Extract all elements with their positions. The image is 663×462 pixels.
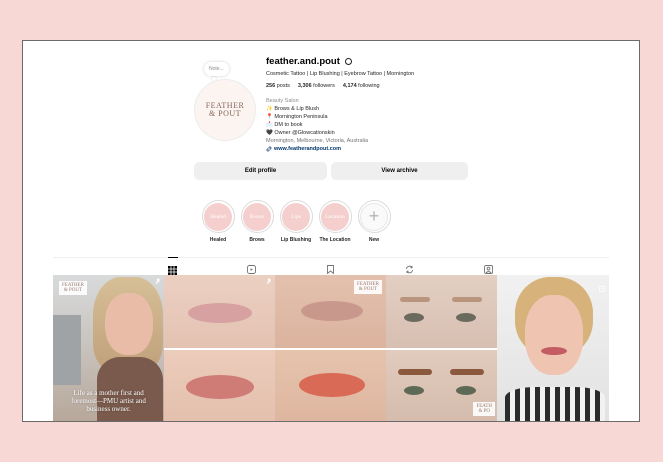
posts-count[interactable]: 256 posts (266, 83, 290, 89)
highlight-caption: The Location (319, 237, 351, 243)
lips-shape (301, 301, 363, 321)
highlight-cover-text: Lips (282, 202, 310, 231)
tab-posts[interactable] (168, 257, 178, 275)
view-archive-button[interactable]: View archive (331, 162, 468, 180)
post-tile[interactable]: FEATH & PO (386, 275, 497, 421)
following-label: following (358, 83, 380, 89)
highlight-ring: Brows (240, 200, 274, 233)
brand-logo-badge: FEATHER & POUT (354, 280, 382, 294)
background-shelf (53, 315, 81, 385)
followers-label: followers (313, 83, 335, 89)
highlight-caption: Lip Blushing (280, 237, 312, 243)
new-highlight-button[interactable]: + New (356, 200, 392, 243)
brow-shape (398, 369, 432, 375)
following-count[interactable]: 4,174 following (343, 83, 380, 89)
highlight-cover-text: Location (321, 202, 349, 231)
post-tile[interactable] (164, 275, 275, 421)
reel-icon (598, 279, 606, 293)
followers-count[interactable]: 3,306 followers (298, 83, 335, 89)
followers-number: 3,306 (297, 83, 312, 89)
edit-profile-button[interactable]: Edit profile (194, 162, 327, 180)
tab-reels[interactable] (247, 261, 257, 274)
post-tile[interactable]: FEATHER & POUT (275, 275, 386, 421)
grid-icon (168, 266, 177, 275)
logo-line-2: & POUT (358, 287, 378, 292)
highlight-caption: New (368, 237, 380, 243)
username: feather.and.pout (266, 56, 340, 67)
username-row: feather.and.pout (266, 56, 352, 67)
posts-number: 256 (266, 83, 276, 89)
brow-shape (400, 297, 430, 302)
lips-shape (299, 373, 365, 397)
lips-shape (188, 303, 252, 323)
tagged-icon (484, 265, 493, 274)
post-tile[interactable] (497, 275, 609, 421)
face-shape (525, 295, 583, 375)
eye-shape (404, 386, 424, 395)
instagram-profile-window: Note... FEATHER & POUT feather.and.pout … (22, 40, 640, 422)
highlight-ring: Healed (201, 200, 235, 233)
brand-logo-badge: FEATH & PO (473, 402, 495, 416)
highlight-caption: Brows (249, 237, 265, 243)
lips-shape (186, 375, 254, 399)
striped-top-shape (505, 387, 605, 421)
profile-stats: 256 posts 3,306 followers 4,174 followin… (266, 83, 380, 89)
repost-icon (406, 265, 413, 274)
post-tile[interactable]: FEATHER & POUT Life as a mother first an… (53, 275, 164, 421)
settings-gear-icon[interactable] (344, 58, 352, 65)
highlight-brows[interactable]: Brows Brows (239, 200, 275, 243)
highlight-lip-blushing[interactable]: Lips Lip Blushing (278, 200, 314, 243)
avatar[interactable]: FEATHER & POUT (194, 79, 256, 141)
logo-line-2: & POUT (63, 288, 83, 293)
highlight-ring: + (357, 200, 391, 233)
post-caption-overlay: Life as a mother first and foremost—PMU … (71, 389, 146, 413)
brow-shape (450, 369, 484, 375)
eye-shape (456, 313, 476, 322)
note-bubble[interactable]: Note... (204, 62, 229, 76)
face-shape (105, 293, 153, 355)
highlight-healed[interactable]: Healed Healed (200, 200, 236, 243)
tab-tagged[interactable] (484, 261, 494, 274)
before-photo (386, 275, 497, 348)
brow-shape (452, 297, 482, 302)
profile-tabs (53, 257, 609, 275)
pin-icon (266, 278, 272, 284)
plus-icon: + (360, 202, 388, 231)
bio-line: ✨ Brows & Lip Blush (266, 106, 320, 112)
tab-reposts[interactable] (405, 261, 415, 274)
highlight-caption: Healed (209, 237, 227, 243)
avatar-logo-line-2: & POUT (208, 109, 242, 118)
highlight-ring: Lips (279, 200, 313, 233)
address[interactable]: Mornington, Melbourne, Victoria, Austral… (266, 138, 368, 144)
category-label: Beauty Salon (266, 98, 299, 104)
eye-shape (456, 386, 476, 395)
bio-line: 📩 DM to book (266, 122, 303, 128)
highlight-ring: Location (318, 200, 352, 233)
logo-line-2: & PO (478, 409, 490, 414)
website-row: www.featherandpout.com (266, 146, 341, 152)
highlight-location[interactable]: Location The Location (317, 200, 353, 243)
eye-shape (404, 313, 424, 322)
tab-saved[interactable] (326, 261, 336, 275)
highlight-cover-text: Brows (243, 202, 271, 231)
bio-line: 🖤 Owner @Glowcationskin (266, 130, 335, 136)
lips-shape (541, 347, 567, 355)
bio-line: 📍 Mornington Peninsula (266, 114, 328, 120)
brand-logo-badge: FEATHER & POUT (59, 281, 87, 295)
bio-headline: Cosmetic Tattoo | Lip Blushing | Eyebrow… (266, 71, 415, 77)
website-link[interactable]: www.featherandpout.com (274, 146, 341, 152)
posts-label: posts (276, 83, 290, 89)
pin-icon (155, 278, 161, 284)
reels-icon (247, 265, 256, 274)
following-number: 4,174 (342, 83, 357, 89)
highlight-cover-text: Healed (204, 202, 232, 231)
saved-icon (327, 265, 334, 275)
link-icon (266, 146, 272, 152)
